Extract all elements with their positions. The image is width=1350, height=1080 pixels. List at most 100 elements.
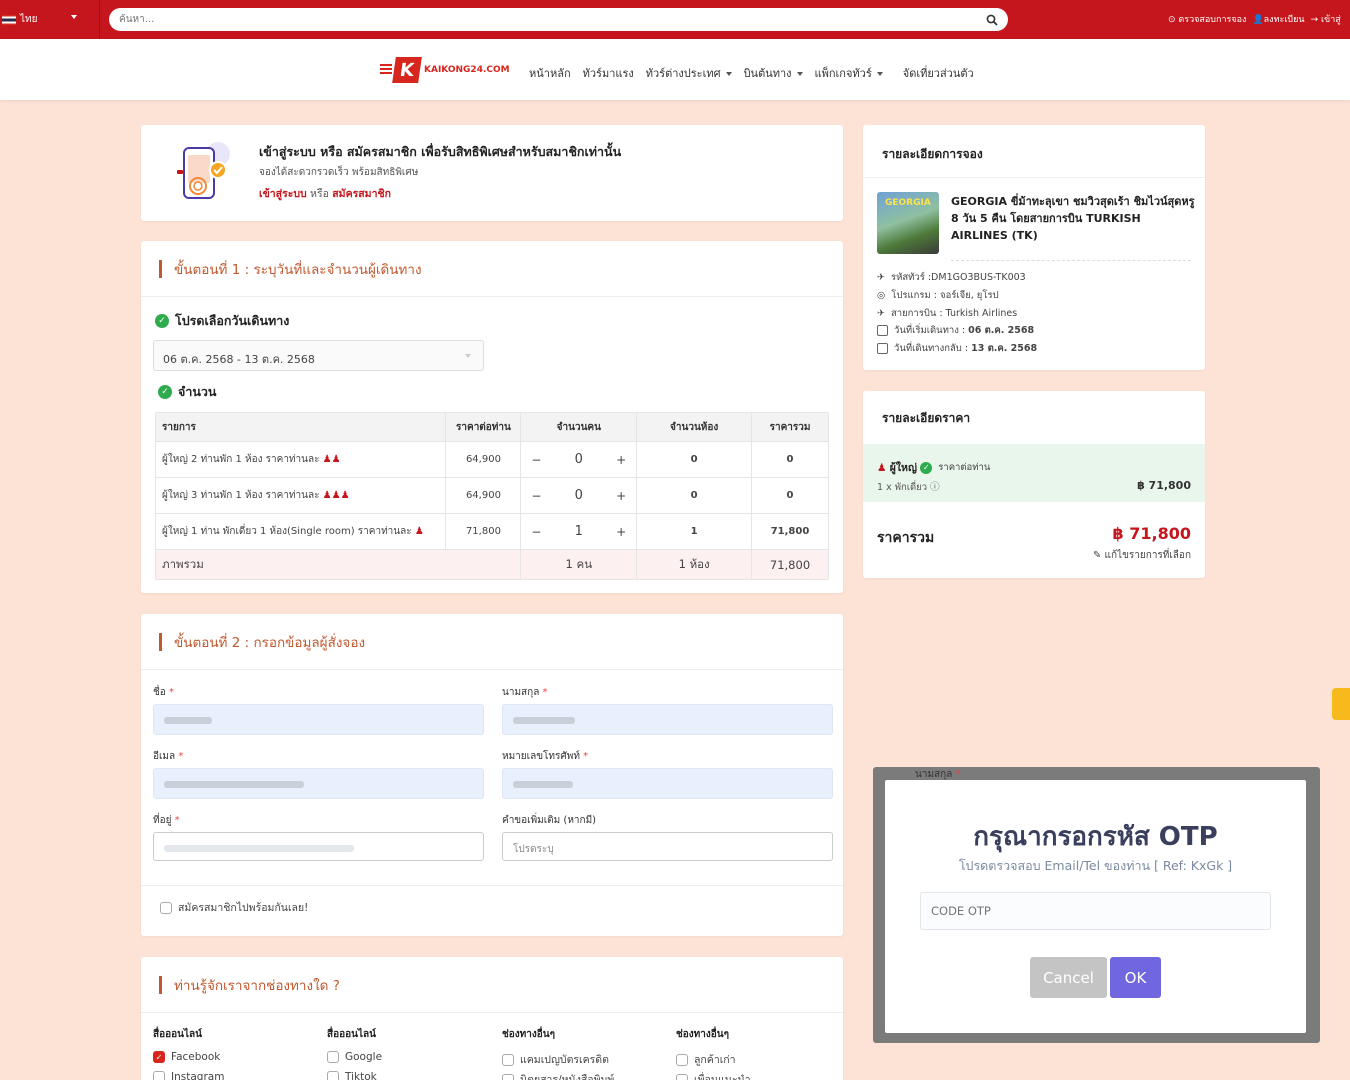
persons-stepper: − 0 + [520, 441, 638, 478]
minus-button[interactable]: − [531, 453, 541, 467]
plus-button[interactable]: + [616, 489, 626, 503]
language-selector[interactable]: ไทย [0, 0, 100, 39]
plane-icon: ✈ [877, 272, 885, 283]
source-option-credit-card[interactable]: แคมเปญบัตรเครดิต [502, 1051, 609, 1068]
last-name-field[interactable] [502, 704, 833, 735]
otp-title: กรุณากรอกรหัส OTP [973, 822, 1218, 852]
depart-label: วันที่เริ่มเดินทาง : [894, 325, 966, 336]
row-total: 71,800 [751, 513, 829, 550]
tour-program: ◎ โปรแกรม : จอร์เจีย, ยุโรป [877, 288, 999, 303]
check-circle-icon: ✓ [158, 385, 172, 399]
nav-item-hot-tours[interactable]: ทัวร์มาแรง [583, 64, 634, 82]
nav-item-private-tour[interactable]: จัดเที่ยวส่วนตัว [903, 64, 974, 82]
plus-button[interactable]: + [616, 453, 626, 467]
thai-flag-icon [2, 14, 16, 25]
minus-button[interactable]: − [531, 489, 541, 503]
register-label: ลงทะเบียน [1263, 15, 1305, 25]
persons-count[interactable]: 0 [575, 452, 583, 467]
persons-count[interactable]: 0 [575, 488, 583, 503]
checkbox-box[interactable] [676, 1053, 688, 1066]
nav-item-intl-tours[interactable]: ทัวร์ต่างประเทศ [646, 64, 732, 82]
email-field[interactable] [153, 768, 484, 799]
divider [951, 260, 1191, 261]
summary-label: ภาพรวม [154, 549, 522, 580]
info-icon[interactable]: ⓘ [930, 482, 940, 493]
plus-button[interactable]: + [616, 525, 626, 539]
summary-total: 71,800 [751, 549, 829, 580]
first-name-text: ชื่อ [153, 687, 166, 698]
price-detail-card: รายละเอียดราคา ♟ ผู้ใหญ่ ✓ ราคาต่อท่าน 1… [863, 391, 1205, 578]
note-textarea[interactable]: โปรดระบุ [502, 832, 833, 861]
login-banner-login-link[interactable]: เข้าสู่ระบบ [259, 188, 307, 200]
checkbox-box[interactable] [327, 1051, 339, 1063]
cancel-button[interactable]: Cancel [1030, 957, 1107, 998]
travel-date-select[interactable]: 06 ต.ค. 2568 - 13 ต.ค. 2568 [153, 340, 484, 371]
last-name-label: นามสกุล * [502, 687, 548, 698]
phone-contact-button[interactable] [1332, 688, 1350, 720]
mobile-fingerprint-icon [177, 142, 230, 199]
tour-thumbnail[interactable]: GEORGIA [877, 192, 939, 254]
checkbox-box[interactable] [160, 901, 172, 914]
login-link[interactable]: → เข้าสู่ [1311, 12, 1341, 26]
booking-detail-card: รายละเอียดการจอง GEORGIA GEORGIA ขี่ม้าท… [863, 125, 1205, 370]
address-label: ที่อยู่ * [153, 815, 180, 826]
logo-text: KAIKONG24.COM [424, 65, 510, 75]
checkbox-box[interactable] [502, 1053, 514, 1066]
check-booking-link[interactable]: ⊙ ตรวจสอบการจอง [1168, 12, 1246, 26]
source-option-tiktok[interactable]: Tiktok [327, 1071, 377, 1080]
price-table: รายการ ราคาต่อท่าน จำนวนคน จำนวนห้อง ราค… [154, 412, 829, 580]
row-rooms: 0 [636, 441, 753, 478]
price-line-amount: ฿ 71,800 [1137, 479, 1191, 492]
ok-button[interactable]: OK [1110, 957, 1161, 998]
nav-item-home[interactable]: หน้าหลัก [529, 64, 571, 82]
email-label: อีเมล * [153, 751, 184, 762]
row-total: 0 [751, 477, 829, 514]
source-option-instagram[interactable]: Instagram [153, 1071, 224, 1080]
ghost-text: นามสกุล [915, 769, 953, 780]
source-option-google[interactable]: Google [327, 1051, 382, 1063]
site-logo[interactable]: K KAIKONG24.COM [380, 57, 510, 83]
minus-button[interactable]: − [531, 525, 541, 539]
last-name-text: นามสกุล [502, 687, 540, 698]
option-label: Tiktok [345, 1071, 377, 1080]
search-input[interactable] [119, 14, 986, 25]
checkbox-box[interactable] [676, 1073, 688, 1080]
row-item-text: ผู้ใหญ่ 2 ท่านพัก 1 ห้อง ราคาท่านละ [162, 454, 320, 465]
thumb-text: GEORGIA [885, 198, 931, 208]
option-label: Instagram [171, 1071, 225, 1080]
checkbox-box[interactable] [327, 1071, 339, 1080]
per-person-label: ราคาต่อท่าน [938, 462, 991, 473]
nav-item-packages[interactable]: แพ็กเกจทัวร์ [815, 64, 883, 82]
check-circle-icon: ✓ [155, 314, 169, 328]
persons-count[interactable]: 1 [575, 524, 583, 539]
source-option-old-customer[interactable]: ลูกค้าเก่า [676, 1051, 736, 1068]
checkbox-box[interactable] [502, 1073, 514, 1080]
edit-selection-link[interactable]: ✎ แก้ไขรายการที่เลือก [1093, 548, 1191, 563]
phone-label: หมายเลขโทรศัพท์ * [502, 751, 589, 762]
search-icon[interactable] [986, 14, 998, 26]
otp-input[interactable] [920, 892, 1271, 930]
divider [863, 177, 1205, 178]
option-label: ลูกค้าเก่า [694, 1054, 736, 1066]
single-label: 1 x พักเดี่ยว [877, 482, 928, 493]
checkbox-checked-icon[interactable]: ✓ [153, 1051, 165, 1063]
address-textarea[interactable] [153, 832, 484, 861]
row-price: 64,900 [445, 477, 522, 514]
option-label: นิตยสาร/หนังสือพิมพ์ [520, 1074, 615, 1080]
register-checkbox[interactable]: สมัครสมาชิกไปพร้อมกันเลย! [160, 899, 308, 916]
first-name-field[interactable] [153, 704, 484, 735]
login-banner-register-link[interactable]: สมัครสมาชิก [332, 188, 391, 200]
checkbox-box[interactable] [153, 1071, 165, 1080]
source-option-facebook[interactable]: ✓ Facebook [153, 1051, 220, 1063]
col-price: ราคาต่อท่าน [445, 412, 522, 442]
row-item-text: ผู้ใหญ่ 3 ท่านพัก 1 ห้อง ราคาท่านละ [162, 490, 320, 501]
source-option-friend[interactable]: เพื่อนแนะนำ [676, 1071, 751, 1080]
source-option-magazine[interactable]: นิตยสาร/หนังสือพิมพ์ [502, 1071, 614, 1080]
nav-item-origin-flights[interactable]: บินต้นทาง [744, 64, 803, 82]
col-item: รายการ [154, 412, 447, 442]
edit-icon: ✎ [1092, 550, 1102, 561]
phone-field[interactable] [502, 768, 833, 799]
register-link[interactable]: 👤ลงทะเบียน [1252, 12, 1304, 26]
step2-card: ขั้นตอนที่ 2 : กรอกข้อมูลผู้สั่งจอง ชื่อ… [141, 614, 843, 936]
tour-name[interactable]: GEORGIA ขี่ม้าทะลุเขา ชมวิวสุดเร้า ชิมไว… [951, 193, 1195, 244]
